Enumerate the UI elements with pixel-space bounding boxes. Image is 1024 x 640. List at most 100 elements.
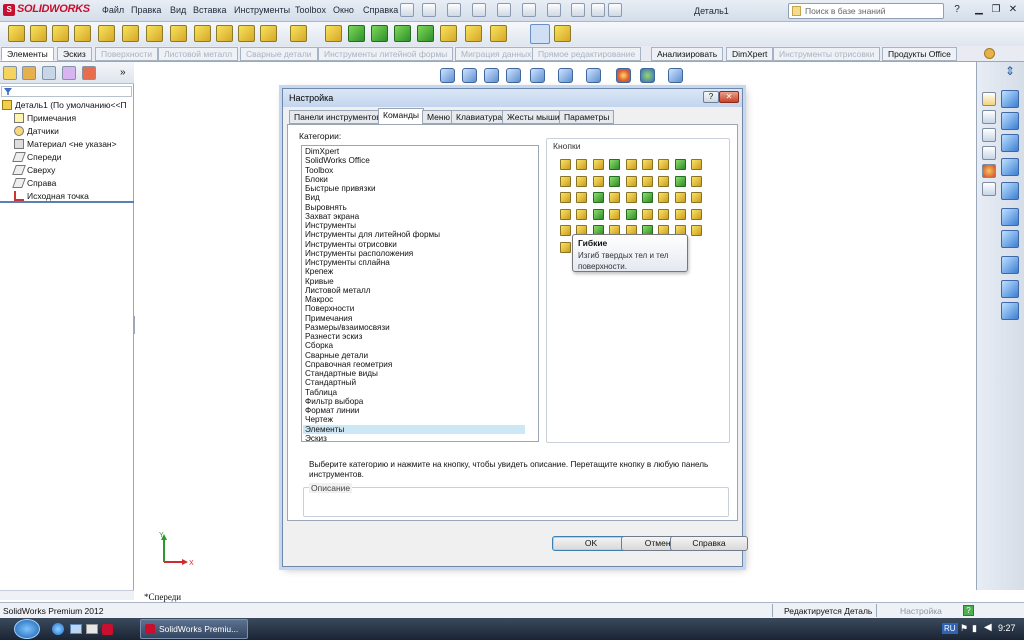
category-item[interactable]: SolidWorks Office — [305, 156, 523, 165]
draft-icon[interactable] — [325, 25, 342, 42]
command-button-icon[interactable] — [691, 208, 703, 220]
start-button-icon[interactable] — [14, 619, 40, 639]
command-button-icon[interactable] — [576, 175, 588, 187]
category-item[interactable]: Быстрые привязки — [305, 184, 523, 193]
tree-item-right-plane[interactable]: Справа — [12, 178, 56, 190]
tab-sheet-metal[interactable]: Листовой металл — [158, 47, 239, 61]
command-button-icon[interactable] — [674, 159, 686, 170]
category-item[interactable]: Справочная геометрия — [305, 360, 523, 369]
menu-edit[interactable]: Правка — [131, 5, 161, 18]
zoom-to-area-icon[interactable] — [462, 68, 477, 83]
command-button-icon[interactable] — [674, 175, 686, 187]
category-item[interactable]: DimXpert — [305, 147, 523, 156]
featuremanager-icon[interactable] — [3, 66, 17, 80]
taskbar-item-solidworks[interactable]: SolidWorks Premiu... — [140, 619, 248, 639]
tab-sketch[interactable]: Эскиз — [57, 47, 92, 61]
tab-direct-editing[interactable]: Прямое редактирование — [532, 47, 642, 61]
restore-icon[interactable]: ❐ — [989, 4, 1003, 17]
tab-surfaces[interactable]: Поверхности — [95, 47, 159, 61]
command-button-icon[interactable] — [674, 208, 686, 220]
command-button-icon[interactable] — [642, 175, 653, 187]
custom-properties-icon[interactable] — [982, 182, 996, 196]
command-button-icon[interactable] — [560, 192, 571, 203]
view-selector-icon[interactable]: ⇕ — [1001, 64, 1019, 84]
tree-item-sensors[interactable]: Датчики — [14, 126, 59, 138]
category-item[interactable]: Формат линии — [305, 406, 523, 415]
category-item[interactable]: Toolbox — [305, 166, 523, 175]
helix-icon[interactable] — [490, 25, 507, 42]
category-item[interactable]: Крепеж — [305, 267, 523, 276]
view-dimetric-icon[interactable] — [1001, 280, 1019, 298]
new-icon[interactable] — [422, 3, 436, 17]
command-button-icon[interactable] — [592, 192, 604, 203]
command-button-icon[interactable] — [691, 192, 703, 203]
tab-mouse-gestures[interactable]: Жесты мыши — [502, 110, 565, 124]
command-button-icon[interactable] — [576, 208, 588, 220]
menu-insert[interactable]: Вставка — [193, 5, 226, 18]
linear-pattern-icon[interactable] — [290, 25, 307, 42]
command-button-icon[interactable] — [674, 192, 686, 203]
category-item[interactable]: Чертеж — [305, 415, 523, 424]
help-button[interactable]: Справка — [670, 536, 748, 551]
menu-window[interactable]: Окно — [333, 5, 354, 18]
view-orientation-icon[interactable] — [530, 68, 545, 83]
undo-icon[interactable] — [522, 3, 536, 17]
solidworks-quicklaunch-icon[interactable] — [102, 624, 113, 635]
horizontal-scrollbar[interactable] — [0, 590, 134, 600]
command-button-icon[interactable] — [625, 159, 637, 170]
help-icon[interactable]: ? — [950, 4, 964, 17]
command-button-icon[interactable] — [576, 159, 588, 170]
internet-explorer-icon[interactable] — [52, 623, 64, 635]
command-button-icon[interactable] — [625, 175, 637, 187]
tab-commands[interactable]: Команды — [378, 108, 425, 124]
command-button-icon[interactable] — [658, 208, 670, 220]
file-explorer-icon[interactable] — [982, 128, 996, 142]
category-item[interactable]: Элементы — [303, 424, 525, 434]
tab-features[interactable]: Элементы — [1, 47, 54, 61]
dome-icon[interactable] — [394, 25, 411, 42]
displaymanager-icon[interactable] — [82, 66, 96, 80]
category-item[interactable]: Инструменты расположения — [305, 249, 523, 258]
menu-view[interactable]: Вид — [170, 5, 186, 18]
lofted-boss-icon[interactable] — [74, 25, 91, 42]
section-view-icon[interactable] — [506, 68, 521, 83]
category-item[interactable]: Вид — [305, 193, 523, 202]
view-right-icon[interactable] — [1001, 158, 1019, 176]
tree-root[interactable]: Деталь1 (По умолчанию<<П — [2, 100, 127, 112]
category-item[interactable]: Захват экрана — [305, 212, 523, 221]
command-button-icon[interactable] — [592, 159, 604, 170]
edit-appearance-icon[interactable] — [616, 68, 631, 83]
open-icon[interactable] — [447, 3, 461, 17]
tray-volume-icon[interactable]: ◀ — [984, 622, 992, 633]
category-item[interactable]: Инструменты отрисовки — [305, 240, 523, 249]
zoom-to-fit-icon[interactable] — [440, 68, 455, 83]
curves-icon[interactable] — [465, 25, 482, 42]
reference-geometry-icon[interactable] — [440, 25, 457, 42]
tab-render-tools[interactable]: Инструменты отрисовки — [773, 47, 881, 61]
close-icon[interactable]: ✕ — [1006, 4, 1020, 17]
command-button-icon[interactable] — [560, 159, 571, 170]
tab-data-migration[interactable]: Миграция данных — [455, 47, 538, 61]
category-item[interactable]: Кривые — [305, 277, 523, 286]
tray-flag-icon[interactable]: ⚑ — [960, 623, 968, 634]
category-item[interactable]: Инструменты сплайна — [305, 258, 523, 267]
help-status-icon[interactable]: ? — [963, 605, 974, 616]
command-button-icon[interactable] — [625, 192, 637, 203]
propertymanager-icon[interactable] — [22, 66, 36, 80]
extruded-boss-icon[interactable] — [8, 25, 25, 42]
rapid-sketch-icon[interactable] — [554, 25, 571, 42]
hide-show-items-icon[interactable] — [586, 68, 601, 83]
ok-button[interactable]: OK — [552, 536, 630, 551]
print-icon[interactable] — [497, 3, 511, 17]
category-item[interactable]: Размеры/взаимосвязи — [305, 323, 523, 332]
revolved-cut-icon[interactable] — [146, 25, 163, 42]
category-item[interactable]: Разнести эскиз — [305, 332, 523, 341]
fillet-icon[interactable] — [216, 25, 233, 42]
appearances-icon[interactable] — [982, 164, 996, 178]
command-button-icon[interactable] — [642, 192, 653, 203]
tab-toolbars[interactable]: Панели инструментов — [289, 110, 386, 124]
command-button-icon[interactable] — [691, 175, 703, 187]
swept-cut-icon[interactable] — [170, 25, 187, 42]
tab-keyboard[interactable]: Клавиатура — [451, 110, 508, 124]
view-left-icon[interactable] — [1001, 134, 1019, 152]
